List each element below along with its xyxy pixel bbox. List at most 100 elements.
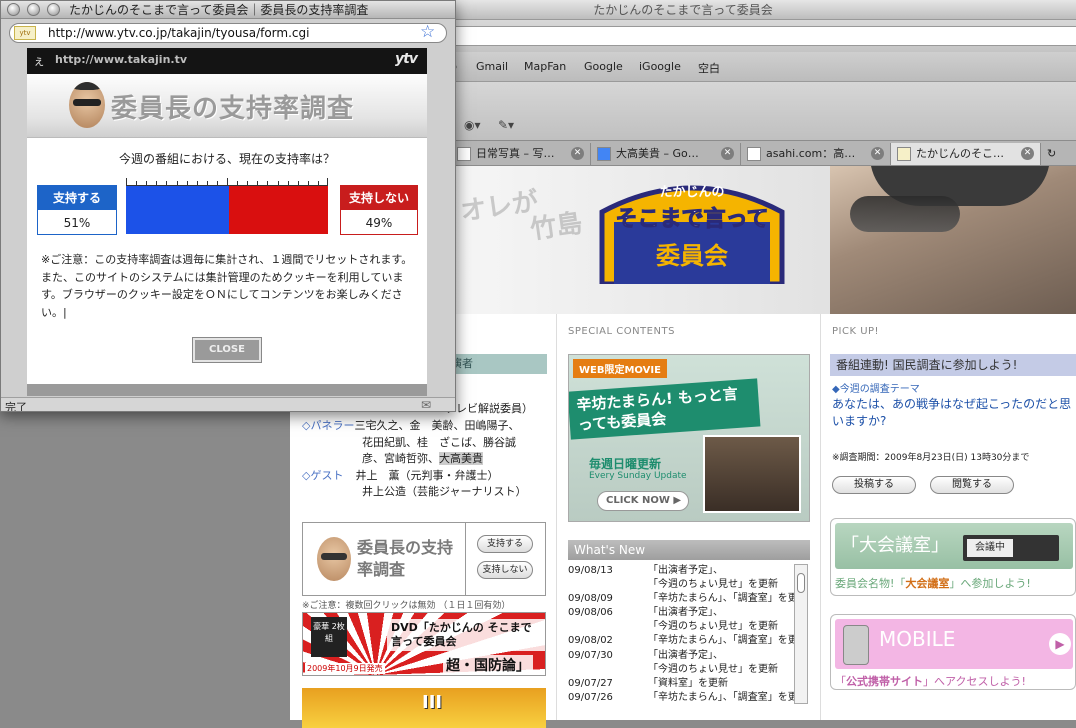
conference-room-banner[interactable]: 「大会議室」 会議中 委員会名物!「大会議室」へ参加しよう! bbox=[830, 518, 1076, 596]
list-item[interactable]: 09/08/02 「辛坊たまらん」、「調査室」を更新 bbox=[568, 634, 808, 648]
national-survey-heading[interactable]: 番組連動! 国民調査に参加しよう! bbox=[830, 354, 1076, 376]
close-icon[interactable]: ✕ bbox=[571, 147, 584, 160]
conference-banner-image: 「大会議室」 会議中 bbox=[835, 523, 1073, 569]
list-item[interactable]: 09/08/13 「出演者予定」、 bbox=[568, 564, 790, 578]
bookmark-blank[interactable]: 空白 bbox=[698, 60, 720, 76]
news-text: 「出演者予定」、 bbox=[648, 607, 723, 619]
nosupport-button[interactable]: 支持しない bbox=[477, 561, 533, 579]
dvd-release-date: 2009年10月9日発売 bbox=[305, 663, 385, 674]
web-movie-schedule-en: Every Sunday Update bbox=[589, 471, 687, 481]
show-logo: たかじんの そこまで言って 委員会 bbox=[599, 185, 785, 284]
bookmark-google[interactable]: Google bbox=[584, 60, 623, 73]
zoom-window-icon[interactable] bbox=[47, 3, 60, 16]
tab-google[interactable]: 大高美貴 – Go… ✕ bbox=[590, 143, 740, 165]
google-icon bbox=[597, 147, 611, 161]
tab-takajin[interactable]: たかじんのそこ… ✕ bbox=[890, 143, 1040, 165]
list-item[interactable]: 09/07/30 「出演者予定」、 bbox=[568, 649, 790, 663]
tab-label: 大高美貴 – Go… bbox=[616, 147, 699, 160]
scrollbar-thumb[interactable] bbox=[797, 573, 805, 593]
nosupport-bar-fill bbox=[229, 186, 328, 234]
list-item[interactable]: 09/07/26 「辛坊たまらん」、「調査室」を更新 bbox=[568, 691, 808, 705]
news-text: 「資料室」を更新 bbox=[648, 677, 728, 689]
news-text: 「出演者予定」、 bbox=[648, 649, 723, 661]
poll-question: 今週の番組における、現在の支持率は？ bbox=[118, 152, 335, 166]
click-now-button[interactable]: CLICK NOW ▶ bbox=[597, 491, 689, 511]
close-icon[interactable]: ✕ bbox=[1021, 147, 1034, 160]
popup-url-text[interactable]: http://www.ytv.co.jp/takajin/tyousa/form… bbox=[48, 25, 309, 41]
dvd-banner[interactable]: 豪華 2枚組 DVD「たかじんの そこまで言って委員会 超・国防論」 2009年… bbox=[302, 612, 546, 676]
link-suffix: 」へアクセスしよう! bbox=[923, 675, 1026, 688]
logo-line-2: そこまで言って bbox=[616, 206, 769, 232]
bar-tick bbox=[126, 178, 127, 186]
dvd-box-banner[interactable]: III bbox=[302, 688, 546, 728]
host-photo bbox=[830, 166, 1076, 314]
news-text: 「辛坊たまらん」、「調査室」を更新 bbox=[648, 635, 808, 647]
popup-titlebar[interactable]: たかじんのそこまで言って委員会｜委員長の支持率調査 bbox=[1, 1, 455, 19]
whats-new-heading: What's New bbox=[568, 540, 810, 560]
bookmark-mapfan[interactable]: MapFan bbox=[524, 60, 566, 73]
close-window-icon[interactable] bbox=[7, 3, 20, 16]
tab-bar: 日常写真 – 写… ✕ 大高美貴 – Go… ✕ asahi.com：高… ✕ … bbox=[450, 140, 1076, 166]
link-suffix: 」へ参加しよう! bbox=[949, 577, 1031, 590]
cast-line: 彦、宮崎哲弥、大高美貴 bbox=[302, 451, 552, 468]
bookmark-tag-icon[interactable]: ✎▾ bbox=[498, 118, 514, 132]
view-button[interactable]: 閲覧する bbox=[930, 476, 1014, 494]
popup-url-field[interactable]: ytv http://www.ytv.co.jp/takajin/tyousa/… bbox=[9, 23, 447, 43]
play-icon: ▶ bbox=[673, 495, 682, 506]
list-item[interactable]: 09/07/27 「資料室」を更新 bbox=[568, 677, 790, 691]
face-hair bbox=[69, 82, 105, 90]
background-url-field[interactable] bbox=[450, 26, 1076, 46]
survey-question[interactable]: あなたは、あの戦争はなぜ起こったのだと思いますか? bbox=[832, 396, 1076, 430]
click-now-label: CLICK NOW bbox=[606, 495, 670, 506]
list-item[interactable]: 09/08/06 「出演者予定」、 bbox=[568, 606, 790, 620]
divider bbox=[465, 523, 466, 595]
bar-ticks bbox=[126, 178, 328, 186]
mobile-site-banner[interactable]: MOBILE ▶ 「公式携帯サイト」へアクセスしよう! bbox=[830, 614, 1076, 690]
tab-nichijou[interactable]: 日常写真 – 写… ✕ bbox=[450, 143, 590, 165]
cast-label: ◇パネラー bbox=[302, 419, 355, 432]
cast-commentator: テレビ解説委員） bbox=[445, 402, 533, 415]
poll-widget-title: 委員長の支持率調査 bbox=[357, 538, 454, 579]
minimize-window-icon[interactable] bbox=[27, 3, 40, 16]
ytv-logo: ytv bbox=[395, 51, 418, 67]
news-text: 「今週のちょい見せ」を更新 bbox=[648, 663, 778, 675]
news-text: 「辛坊たまらん」、「調査室」を更新 bbox=[648, 593, 808, 605]
site-url[interactable]: http://www.takajin.tv bbox=[55, 53, 187, 66]
cast-line: 花田紀凱、桂 ざこば、勝谷誠 bbox=[302, 435, 552, 452]
poll-popup-window: たかじんのそこまで言って委員会｜委員長の支持率調査 ytv http://www… bbox=[0, 0, 456, 412]
conference-title: 「大会議室」 bbox=[841, 535, 949, 556]
dvd-subtitle: 超・国防論」 bbox=[443, 655, 533, 675]
close-icon[interactable]: ✕ bbox=[721, 147, 734, 160]
face-glasses bbox=[321, 553, 347, 560]
mail-icon[interactable]: ✉ bbox=[421, 398, 431, 411]
bookmark-star-icon[interactable]: ☆ bbox=[420, 23, 435, 41]
cast-names: 彦、宮崎哲弥、 bbox=[362, 452, 439, 465]
news-text: 「辛坊たまらん」、「調査室」を更新 bbox=[648, 691, 808, 703]
mobile-link[interactable]: 「公式携帯サイト」へアクセスしよう! bbox=[835, 673, 1026, 689]
list-item[interactable]: 「今週のちょい見せ」を更新 bbox=[568, 663, 790, 677]
list-item[interactable]: 「今週のちょい見せ」を更新 bbox=[568, 620, 790, 634]
cast-line: 井上公造（芸能ジャーナリスト） bbox=[302, 484, 552, 501]
tab-overflow[interactable]: ↻ bbox=[1040, 143, 1076, 165]
bookmark-igoogle[interactable]: iGoogle bbox=[639, 60, 681, 73]
close-button[interactable]: CLOSE bbox=[192, 337, 262, 363]
logo-line-1: たかじんの bbox=[659, 185, 724, 200]
list-item[interactable]: 「今週のちょい見せ」を更新 bbox=[568, 578, 790, 592]
post-button[interactable]: 投稿する bbox=[832, 476, 916, 494]
web-movie-banner[interactable]: WEB限定MOVIE 辛坊たまらん! もっと言っても委員会 毎週日曜更新 Eve… bbox=[568, 354, 810, 522]
news-scrollbar[interactable] bbox=[794, 564, 808, 704]
support-button[interactable]: 支持する bbox=[477, 535, 533, 553]
bookmark-gmail[interactable]: Gmail bbox=[476, 60, 508, 73]
support-percent: 51% bbox=[63, 216, 91, 230]
hero-ghost-text: 竹島 bbox=[528, 208, 585, 246]
extension-icon[interactable]: ◉▾ bbox=[464, 118, 481, 132]
conference-link[interactable]: 委員会名物!「大会議室」へ参加しよう! bbox=[835, 575, 1031, 591]
list-item[interactable]: 09/08/09 「辛坊たまらん」、「調査室」を更新 bbox=[568, 592, 808, 606]
tab-asahi[interactable]: asahi.com：高… ✕ bbox=[740, 143, 890, 165]
bar-tick bbox=[327, 178, 328, 186]
close-icon[interactable]: ✕ bbox=[871, 147, 884, 160]
page-icon bbox=[457, 147, 471, 161]
dvd-title: DVD「たかじんの そこまで言って委員会 bbox=[387, 619, 545, 651]
pickup-column: 番組連動! 国民調査に参加しよう! ◆今週の調査テーマ あなたは、あの戦争はなぜ… bbox=[826, 342, 1076, 720]
survey-period: ※調査期間：2009年8月23日(日) 13時30分まで bbox=[832, 453, 1030, 463]
